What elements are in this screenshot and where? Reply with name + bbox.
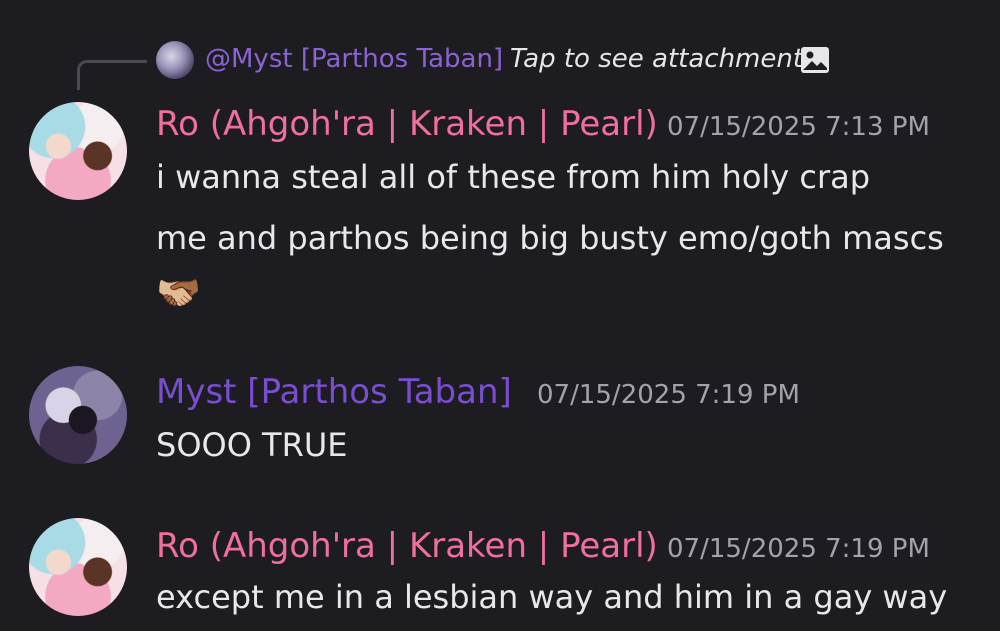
message-text: SOOO TRUE	[156, 426, 348, 464]
avatar[interactable]	[29, 518, 127, 616]
message-group: Ro (Ahgoh'ra | Kraken | Pearl) 07/15/202…	[0, 96, 1000, 336]
message-text: except me in a lesbian way and him in a …	[156, 578, 948, 616]
timestamp: 07/15/2025 7:19 PM	[537, 380, 800, 410]
reply-reference[interactable]: @Myst [Parthos Taban] Tap to see attachm…	[0, 36, 1000, 90]
message-group: Ro (Ahgoh'ra | Kraken | Pearl) 07/15/202…	[0, 512, 1000, 631]
reply-avatar[interactable]	[156, 41, 194, 79]
reply-attachment-text[interactable]: Tap to see attachment	[510, 44, 803, 74]
message-text: me and parthos being big busty emo/goth …	[156, 219, 944, 257]
message-group: Myst [Parthos Taban] 07/15/2025 7:19 PM …	[0, 360, 1000, 480]
timestamp: 07/15/2025 7:13 PM	[667, 112, 930, 142]
chat-view: @Myst [Parthos Taban] Tap to see attachm…	[0, 0, 1000, 631]
timestamp: 07/15/2025 7:19 PM	[667, 534, 930, 564]
reply-author-name[interactable]: @Myst [Parthos Taban]	[205, 44, 503, 74]
author-name[interactable]: Ro (Ahgoh'ra | Kraken | Pearl)	[156, 104, 658, 144]
reply-connector	[77, 60, 147, 90]
message-text: i wanna steal all of these from him holy…	[156, 158, 871, 196]
image-icon	[801, 47, 829, 73]
author-name[interactable]: Myst [Parthos Taban]	[156, 372, 512, 412]
avatar[interactable]	[29, 366, 127, 464]
handshake-emoji[interactable]: 🫱🏼‍🫲🏾	[156, 272, 201, 314]
author-name[interactable]: Ro (Ahgoh'ra | Kraken | Pearl)	[156, 526, 658, 566]
avatar[interactable]	[29, 102, 127, 200]
